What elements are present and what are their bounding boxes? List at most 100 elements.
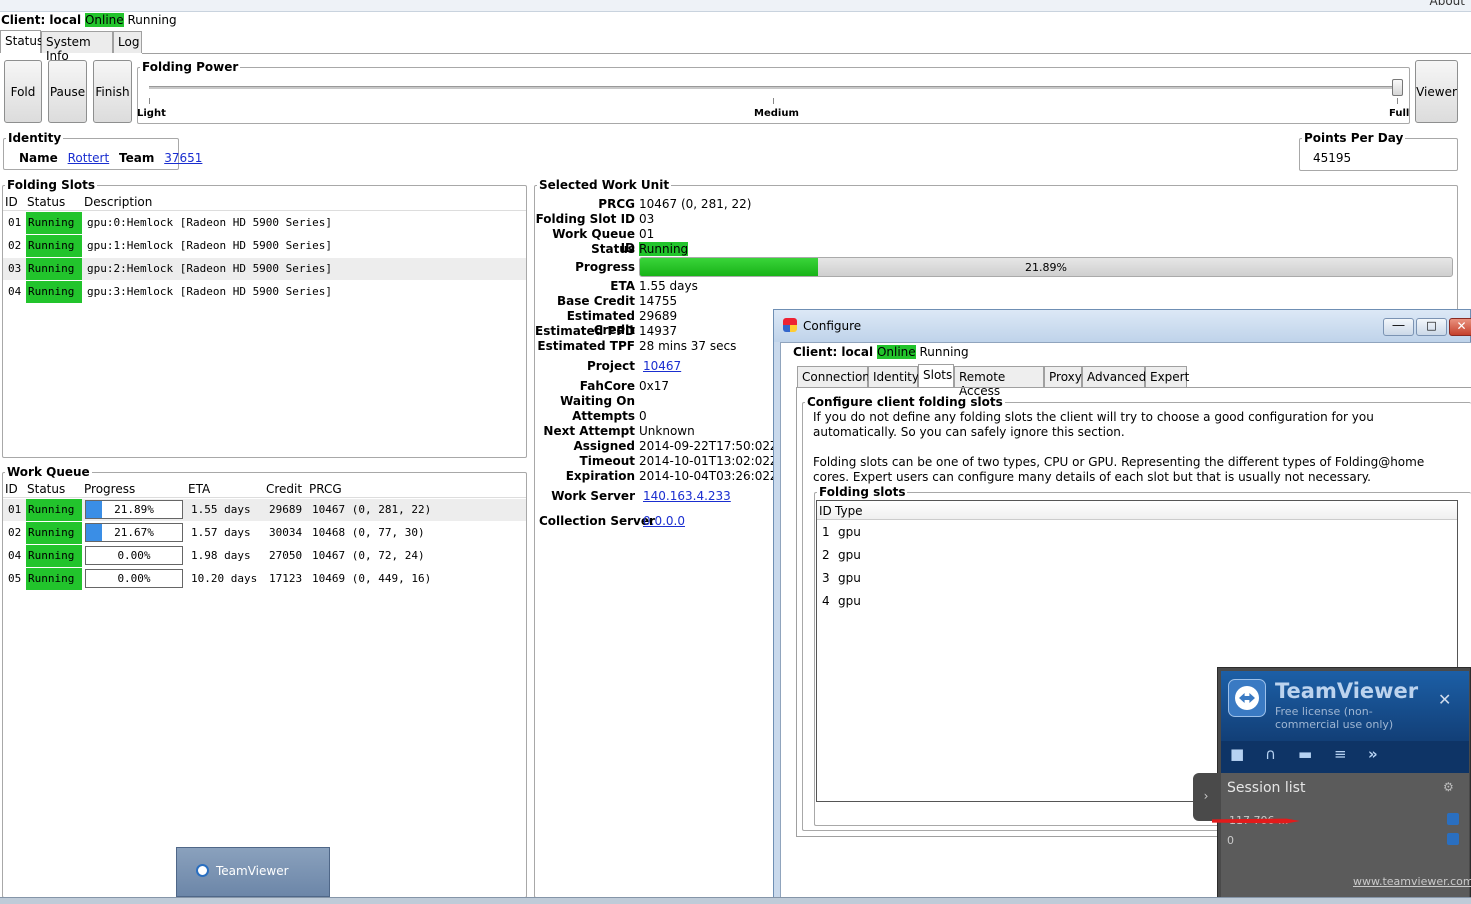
slots-header-status: Status [27,195,66,209]
tick-medium [773,98,774,104]
headset-icon[interactable]: ∩ [1265,745,1276,763]
unit-progress-bar: 21.89% [639,257,1453,277]
teamviewer-collapse-tab[interactable]: › [1193,773,1219,821]
configure-client-label: Client: local [793,345,874,359]
video-icon[interactable]: ■ [1230,745,1244,763]
pause-button[interactable]: Pause [48,60,87,123]
config-slot-row[interactable]: 3 gpu [817,571,1457,589]
config-tab-slots[interactable]: Slots [918,364,954,388]
finish-button[interactable]: Finish [93,60,132,123]
more-icon[interactable]: » [1368,745,1378,763]
slot-id-value: 03 [639,212,655,226]
slots-header-id: ID [5,195,18,209]
queue-progress-text: 0.00% [117,549,151,562]
client-status: Running [127,13,177,27]
power-full-label: Full [1389,108,1410,119]
collection-server-label: Collection Server [539,514,655,528]
close-dialog-button[interactable]: ✕ [1449,318,1471,336]
slot-row-selected[interactable]: 03 Running gpu:2:Hemlock [Radeon HD 5900… [3,258,526,280]
queue-credit: 29689 [269,503,303,516]
configure-title: Configure [803,319,862,333]
configure-online-badge: Online [876,345,916,359]
teamviewer-close-icon[interactable]: ✕ [1438,690,1451,709]
slot-row[interactable]: 02 Running gpu:1:Hemlock [Radeon HD 5900… [3,235,526,257]
config-tab-expert[interactable]: Expert [1145,366,1189,387]
config-slot-row[interactable]: 4 gpu [817,594,1457,612]
identity-row: Name Rottert Team 37651 [19,151,202,165]
config-tab-proxy[interactable]: Proxy [1044,366,1082,387]
slots-list: 01 Running gpu:0:Hemlock [Radeon HD 5900… [3,212,526,304]
slot-row[interactable]: 01 Running gpu:0:Hemlock [Radeon HD 5900… [3,212,526,234]
chat-icon[interactable]: ▬ [1298,745,1312,763]
tab-log[interactable]: Log [113,31,142,53]
selected-work-unit-legend: Selected Work Unit [539,178,670,192]
timeout-label: Timeout [579,454,635,468]
power-slider-thumb[interactable] [1392,79,1403,96]
project-link[interactable]: 10467 [643,359,681,373]
tick-light [149,98,150,104]
config-tab-connection[interactable]: Connection [797,366,870,387]
config-slot-row[interactable]: 2 gpu [817,548,1457,566]
queue-row[interactable]: 04 Running 0.00% 1.98 days 27050 10467 (… [3,545,526,567]
config-tab-advanced[interactable]: Advanced [1082,366,1146,387]
power-slider-track[interactable] [149,86,1399,89]
fold-button[interactable]: Fold [4,60,42,123]
about-label[interactable]: About [1430,0,1465,8]
connect-icon[interactable] [1447,813,1459,825]
queue-id-value: 01 [639,227,655,241]
unit-progress-text: 21.89% [1025,261,1067,274]
tab-divider [142,53,1471,54]
config-tab-remote-access[interactable]: Remote Access [954,366,1044,398]
tab-system-info[interactable]: System Info [41,31,113,63]
connect-icon[interactable] [1447,833,1459,845]
work-server-link[interactable]: 140.163.4.233 [643,489,731,503]
config-slot-id: 4 [822,594,830,608]
viewer-button[interactable]: Viewer [1415,60,1458,123]
slot-status: Running [26,258,82,280]
next-attempt-label: Next Attempt [543,424,635,438]
configure-client-status: Running [919,345,969,359]
attempts-value: 0 [639,409,647,423]
folding-power-legend: Folding Power [142,60,239,74]
queue-prcg: 10467 (0, 281, 22) [312,503,432,516]
slot-description: gpu:1:Hemlock [Radeon HD 5900 Series] [87,239,333,252]
queue-row[interactable]: 01 Running 21.89% 1.55 days 29689 10467 … [3,499,526,521]
power-medium-label: Medium [754,108,799,119]
client-label: Client: local [1,13,82,27]
queue-progress-bar: 21.89% [85,500,183,519]
base-credit-label: Base Credit [556,294,635,308]
queue-row[interactable]: 05 Running 0.00% 10.20 days 17123 10469 … [3,568,526,590]
minimize-button[interactable]: ― [1383,318,1414,336]
config-slot-row[interactable]: 1 gpu [817,525,1457,543]
queue-prcg: 10468 (0, 77, 30) [312,526,425,539]
teamviewer-website-link[interactable]: www.teamviewer.com [1353,875,1471,888]
queue-row[interactable]: 02 Running 21.67% 1.57 days 30034 10468 … [3,522,526,544]
queue-progress-text: 21.89% [114,503,154,516]
configure-titlebar[interactable] [774,310,1470,342]
fahcore-label: FahCore [579,379,635,393]
config-slot-type: gpu [838,525,861,539]
config-slot-type: gpu [838,548,861,562]
config-slot-id: 3 [822,571,830,585]
session-entry-2[interactable]: 0 [1227,834,1234,847]
name-link[interactable]: Rottert [68,151,110,165]
name-label: Name [19,151,58,165]
online-badge: Online [84,13,124,27]
config-tab-identity[interactable]: Identity [868,366,919,387]
collection-server-link[interactable]: 0.0.0.0 [643,514,685,528]
ppd-value: 45195 [1313,151,1352,165]
slot-id: 01 [8,216,22,229]
settings-gear-icon[interactable]: ⚙ [1443,780,1454,794]
slot-description: gpu:2:Hemlock [Radeon HD 5900 Series] [87,262,333,275]
queue-credit: 17123 [269,572,303,585]
assigned-value: 2014-09-22T17:50:02Z [639,439,779,453]
session-list-title: Session list [1227,780,1306,796]
team-link[interactable]: 37651 [164,151,202,165]
config-para-2: Folding slots can be one of two types, C… [813,455,1425,484]
slot-row[interactable]: 04 Running gpu:3:Hemlock [Radeon HD 5900… [3,281,526,303]
tab-status[interactable]: Status [0,30,43,53]
maximize-button[interactable]: □ [1416,318,1447,336]
queue-prcg: 10469 (0, 449, 16) [312,572,432,585]
slots-header-description: Description [84,195,153,209]
file-icon[interactable]: ≡ [1334,745,1347,763]
